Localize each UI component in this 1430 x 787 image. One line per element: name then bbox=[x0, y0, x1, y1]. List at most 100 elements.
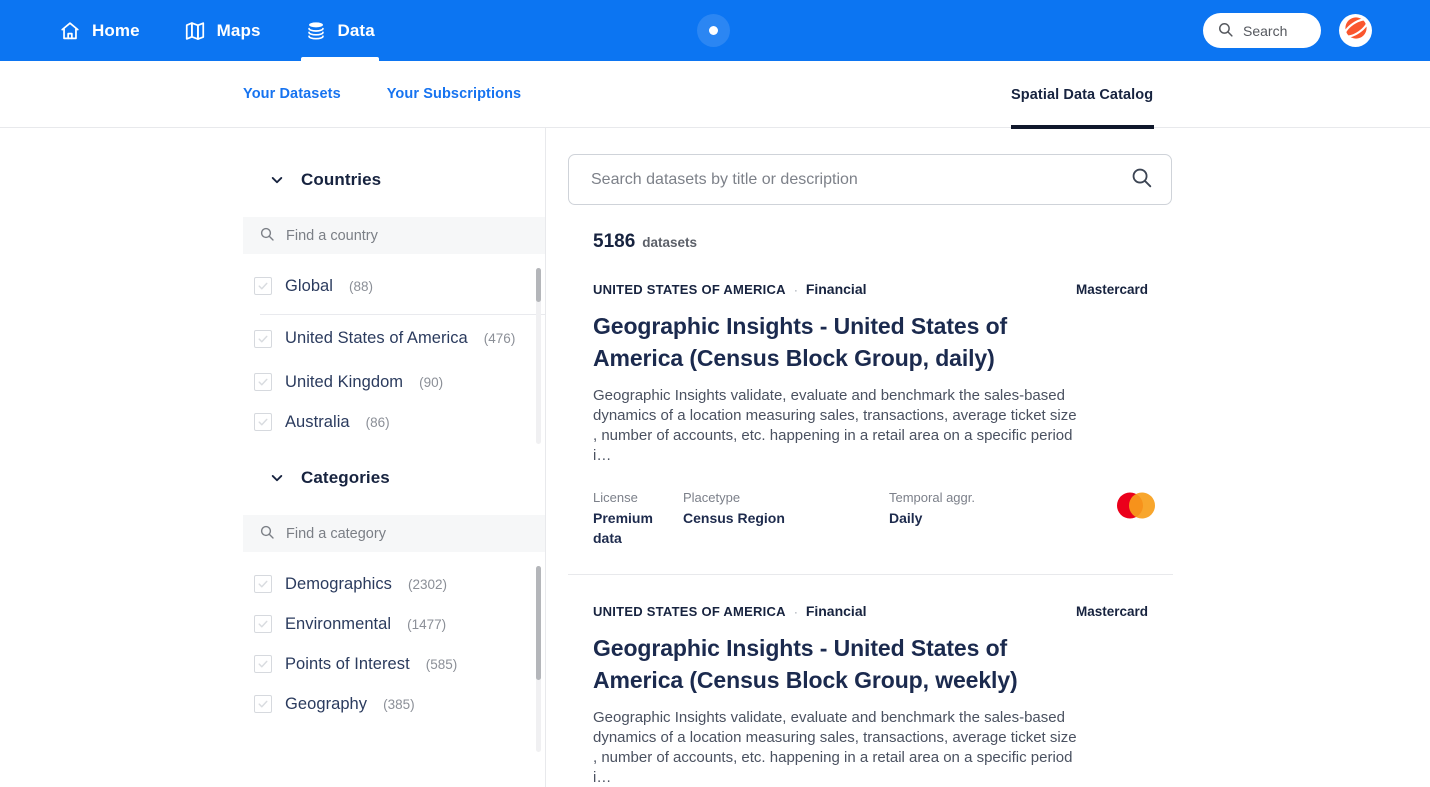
dataset-description: Geographic Insights validate, evaluate a… bbox=[593, 709, 1077, 786]
category-option-label: Environmental bbox=[285, 614, 392, 633]
country-search-input[interactable]: Find a country bbox=[243, 217, 545, 254]
breadcrumb: UNITED STATES OF AMERICA · Financial bbox=[593, 603, 867, 619]
metadata-temporal-label: Temporal aggr. bbox=[889, 490, 975, 505]
link-your-subscriptions[interactable]: Your Subscriptions bbox=[387, 86, 521, 102]
category-option-label: Demographics bbox=[285, 574, 392, 593]
dataset-search-input[interactable]: Search datasets by title or description bbox=[568, 154, 1172, 205]
metadata-temporal: Temporal aggr. Daily bbox=[889, 488, 1049, 528]
dataset-card[interactable]: UNITED STATES OF AMERICA · Financial Mas… bbox=[568, 253, 1173, 575]
link-your-datasets[interactable]: Your Datasets bbox=[243, 86, 341, 102]
status-indicator-dot bbox=[697, 14, 730, 47]
breadcrumb-separator: · bbox=[793, 283, 798, 297]
primary-nav-group: Home Maps Data bbox=[55, 0, 380, 61]
dataset-title[interactable]: Geographic Insights - United States of A… bbox=[593, 632, 1083, 696]
tab-spatial-data-catalog[interactable]: Spatial Data Catalog bbox=[1011, 61, 1155, 129]
top-navigation-bar: Home Maps Data Search bbox=[0, 0, 1430, 61]
category-option-environmental[interactable]: Environmental (1477) bbox=[243, 604, 545, 644]
checkbox[interactable] bbox=[254, 329, 272, 348]
country-option-count: (90) bbox=[419, 374, 444, 390]
nav-item-maps[interactable]: Maps bbox=[180, 0, 265, 61]
database-icon bbox=[305, 20, 327, 42]
country-option-australia[interactable]: Australia (86) bbox=[243, 402, 545, 442]
dataset-description: Geographic Insights validate, evaluate a… bbox=[593, 387, 1077, 464]
dataset-brand: Mastercard bbox=[1075, 282, 1148, 297]
global-search-placeholder: Search bbox=[1243, 22, 1288, 39]
facet-categories-title: Categories bbox=[301, 468, 390, 487]
facet-categories-header[interactable]: Categories bbox=[243, 462, 545, 494]
dataset-card-header: UNITED STATES OF AMERICA · Financial Mas… bbox=[593, 281, 1148, 297]
facet-countries-title: Countries bbox=[301, 170, 382, 189]
country-option-label: United Kingdom bbox=[285, 372, 404, 391]
category-search-placeholder: Find a category bbox=[286, 525, 386, 542]
dataset-title[interactable]: Geographic Insights - United States of A… bbox=[593, 310, 1083, 374]
category-option-label: Points of Interest bbox=[285, 654, 410, 673]
facet-countries: Countries Find a country Global (88) Uni… bbox=[243, 164, 545, 445]
metadata-license-value: Premium data bbox=[593, 510, 653, 546]
checkbox[interactable] bbox=[254, 373, 272, 391]
category-option-label: Geography bbox=[285, 694, 368, 713]
country-option-label: United States of America bbox=[285, 329, 468, 347]
nav-item-maps-label: Maps bbox=[216, 20, 261, 40]
checkbox[interactable] bbox=[254, 695, 272, 713]
country-list-scrollbar-thumb[interactable] bbox=[536, 268, 541, 302]
country-option-global[interactable]: Global (88) bbox=[243, 266, 545, 306]
country-option-united-kingdom[interactable]: United Kingdom (90) bbox=[243, 362, 545, 402]
mastercard-logo bbox=[1114, 492, 1158, 519]
dataset-results-panel: Search datasets by title or description … bbox=[568, 128, 1173, 787]
secondary-navigation-bar: Your Datasets Your Subscriptions Spatial… bbox=[0, 61, 1430, 129]
country-option-count: (476) bbox=[483, 331, 516, 346]
planet-avatar-icon bbox=[1342, 14, 1370, 47]
category-option-geography[interactable]: Geography (385) bbox=[243, 684, 545, 724]
category-option-points-of-interest[interactable]: Points of Interest (585) bbox=[243, 644, 545, 684]
dataset-category: Financial bbox=[805, 281, 867, 297]
category-list-scrollbar-thumb[interactable] bbox=[536, 566, 541, 680]
global-search-input[interactable]: Search bbox=[1203, 13, 1321, 48]
checkbox[interactable] bbox=[254, 413, 272, 431]
metadata-license: License Premium data bbox=[593, 488, 683, 548]
home-icon bbox=[59, 20, 81, 42]
search-icon bbox=[1217, 21, 1234, 41]
dataset-country: UNITED STATES OF AMERICA bbox=[593, 604, 786, 619]
results-count: 5186 datasets bbox=[568, 231, 1173, 253]
nav-item-home-label: Home bbox=[92, 20, 140, 40]
dataset-metadata: License Premium data Placetype Census Re… bbox=[593, 488, 1155, 548]
nav-item-data-label: Data bbox=[337, 20, 375, 40]
country-option-count: (86) bbox=[365, 414, 390, 430]
search-icon bbox=[259, 226, 275, 246]
country-options-list: Global (88) United States of America (47… bbox=[243, 254, 545, 445]
country-option-count: (88) bbox=[349, 278, 374, 294]
avatar[interactable] bbox=[1339, 14, 1372, 47]
dataset-card[interactable]: UNITED STATES OF AMERICA · Financial Mas… bbox=[568, 575, 1173, 787]
checkbox[interactable] bbox=[254, 655, 272, 673]
dataset-card-header: UNITED STATES OF AMERICA · Financial Mas… bbox=[593, 603, 1148, 619]
secondary-nav-right: Spatial Data Catalog bbox=[0, 61, 1430, 129]
country-option-united-states-of-america[interactable]: United States of America (476) bbox=[254, 314, 545, 362]
category-option-count: (1477) bbox=[407, 616, 447, 632]
dataset-brand: Mastercard bbox=[1075, 604, 1148, 619]
category-search-input[interactable]: Find a category bbox=[243, 515, 545, 552]
breadcrumb: UNITED STATES OF AMERICA · Financial bbox=[593, 281, 867, 297]
checkbox[interactable] bbox=[254, 277, 272, 295]
status-dot-core bbox=[709, 26, 718, 35]
metadata-license-label: License bbox=[593, 490, 638, 505]
metadata-placetype: Placetype Census Region bbox=[683, 488, 889, 528]
category-options-list: Demographics (2302) Environmental (1477) bbox=[243, 552, 545, 752]
nav-item-home[interactable]: Home bbox=[55, 0, 144, 61]
map-icon bbox=[184, 20, 206, 42]
category-option-demographics[interactable]: Demographics (2302) bbox=[243, 564, 545, 604]
country-option-label: Australia bbox=[285, 412, 350, 431]
country-option-label: Global bbox=[285, 276, 333, 295]
facet-countries-header[interactable]: Countries bbox=[243, 164, 545, 196]
chevron-down-icon bbox=[269, 172, 285, 188]
metadata-temporal-value: Daily bbox=[889, 510, 923, 526]
country-option-canada[interactable]: Canada (85) bbox=[243, 442, 545, 445]
checkbox[interactable] bbox=[254, 615, 272, 633]
dataset-country: UNITED STATES OF AMERICA bbox=[593, 282, 786, 297]
dataset-category: Financial bbox=[805, 603, 867, 619]
nav-item-data[interactable]: Data bbox=[300, 0, 380, 61]
breadcrumb-separator: · bbox=[793, 605, 798, 619]
checkbox[interactable] bbox=[254, 575, 272, 593]
search-icon[interactable] bbox=[1130, 166, 1153, 194]
category-option-count: (385) bbox=[383, 696, 415, 712]
page-body: Countries Find a country Global (88) Uni… bbox=[0, 128, 1430, 787]
